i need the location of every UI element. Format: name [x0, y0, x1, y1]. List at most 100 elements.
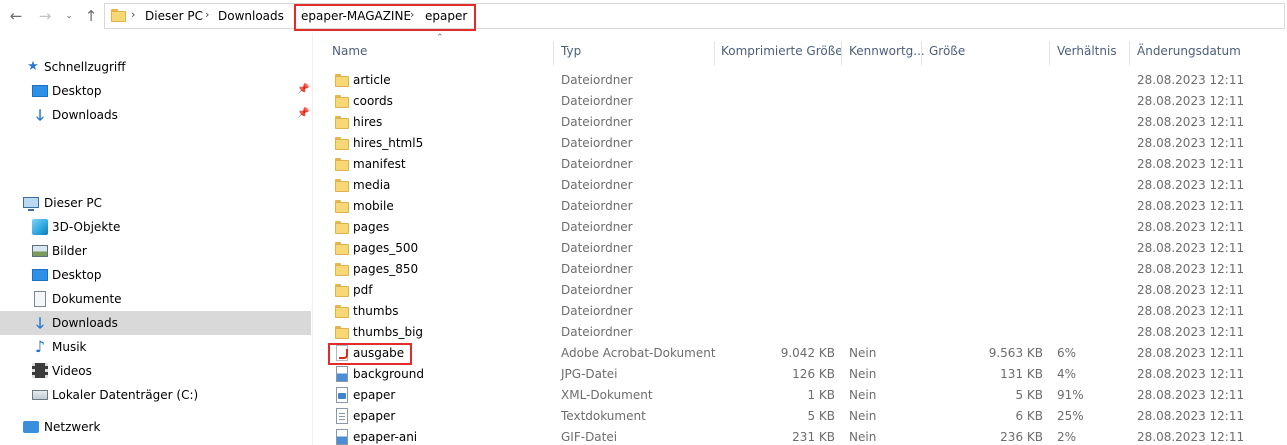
folder-icon	[335, 219, 349, 235]
desktop-icon	[32, 269, 48, 281]
forward-arrow-icon[interactable]: →	[37, 8, 53, 24]
3d-cube-icon	[32, 219, 48, 235]
breadcrumb-downloads[interactable]: Downloads	[218, 9, 284, 23]
file-name: pages_850	[353, 262, 419, 276]
computer-icon	[23, 197, 39, 211]
recent-locations-chevron-icon[interactable]: ⌄	[61, 8, 77, 24]
file-type: Dateiordner	[561, 241, 633, 255]
sidebar-item-network[interactable]: Netzwerk	[0, 415, 311, 439]
folder-icon	[335, 177, 349, 193]
column-password[interactable]: Kennwortg...	[849, 44, 925, 58]
breadcrumb-epaper[interactable]: epaper	[425, 9, 467, 23]
sidebar-item-quick-access[interactable]: ★ Schnellzugriff	[0, 55, 311, 79]
pdf-file-icon	[336, 345, 348, 361]
file-date: 28.08.2023 12:11	[1137, 241, 1245, 255]
download-arrow-icon: 🡓	[36, 106, 44, 124]
file-password-protected: Nein	[849, 367, 877, 381]
column-ratio[interactable]: Verhältnis	[1057, 44, 1117, 58]
sidebar-item-label: Musik	[52, 340, 87, 354]
column-date[interactable]: Änderungsdatum	[1137, 44, 1241, 58]
column-divider[interactable]	[921, 41, 922, 65]
column-divider[interactable]	[714, 41, 715, 65]
table-row[interactable]: media Dateiordner 28.08.2023 12:11	[313, 175, 1287, 196]
sidebar-item-downloads[interactable]: 🡓 Downloads	[0, 311, 311, 335]
column-divider[interactable]	[1049, 41, 1050, 65]
sidebar-item-this-pc[interactable]: Dieser PC	[0, 191, 311, 215]
address-bar[interactable]: › Dieser PC › Downloads epaper-MAGAZINE …	[104, 3, 1285, 29]
sidebar-item-quick-desktop[interactable]: Desktop 📌	[0, 79, 311, 103]
sidebar-item-label: Downloads	[52, 108, 118, 122]
sidebar-item-label: Desktop	[52, 268, 102, 282]
sidebar-item-quick-downloads[interactable]: 🡓 Downloads 📌	[0, 103, 311, 127]
folder-icon	[335, 135, 349, 151]
table-row[interactable]: pages_500 Dateiordner 28.08.2023 12:11	[313, 238, 1287, 259]
file-password-protected: Nein	[849, 388, 877, 402]
breadcrumb-chevron-icon[interactable]: ›	[205, 8, 209, 21]
file-date: 28.08.2023 12:11	[1137, 346, 1245, 360]
file-date: 28.08.2023 12:11	[1137, 178, 1245, 192]
file-compressed-size: 5 KB	[807, 409, 835, 423]
sidebar-item-label: Downloads	[52, 316, 118, 330]
table-row[interactable]: mobile Dateiordner 28.08.2023 12:11	[313, 196, 1287, 217]
table-row[interactable]: thumbs Dateiordner 28.08.2023 12:11	[313, 301, 1287, 322]
column-type[interactable]: Typ	[561, 44, 581, 58]
up-arrow-icon[interactable]: ↑	[83, 8, 99, 24]
file-date: 28.08.2023 12:11	[1137, 115, 1245, 129]
sidebar-item-label: Schnellzugriff	[44, 60, 126, 74]
image-file-icon	[336, 366, 348, 382]
sidebar-item-documents[interactable]: Dokumente	[0, 287, 311, 311]
table-row[interactable]: pdf Dateiordner 28.08.2023 12:11	[313, 280, 1287, 301]
table-row[interactable]: thumbs_big Dateiordner 28.08.2023 12:11	[313, 322, 1287, 343]
file-date: 28.08.2023 12:11	[1137, 283, 1245, 297]
column-name[interactable]: Name	[332, 44, 367, 58]
sidebar-item-pictures[interactable]: Bilder	[0, 239, 311, 263]
file-compressed-size: 126 KB	[792, 367, 835, 381]
file-type: Dateiordner	[561, 199, 633, 213]
table-row[interactable]: pages Dateiordner 28.08.2023 12:11	[313, 217, 1287, 238]
table-row[interactable]: ausgabe Adobe Acrobat-Dokument 9.042 KB Nei…	[313, 343, 1287, 364]
table-row[interactable]: hires_html5 Dateiordner 28.08.2023 12:11	[313, 133, 1287, 154]
table-row[interactable]: article Dateiordner 28.08.2023 12:11	[313, 70, 1287, 91]
file-name: coords	[353, 94, 393, 108]
breadcrumb-chevron-icon[interactable]: ›	[410, 8, 414, 21]
pin-icon[interactable]: 📌	[297, 84, 309, 96]
table-row[interactable]: coords Dateiordner 28.08.2023 12:11	[313, 91, 1287, 112]
column-divider[interactable]	[841, 41, 842, 65]
breadcrumb-epaper-magazine[interactable]: epaper-MAGAZINE	[301, 9, 411, 23]
sidebar-item-3d-objects[interactable]: 3D-Objekte	[0, 215, 311, 239]
column-size[interactable]: Größe	[929, 44, 965, 58]
file-name: pdf	[353, 283, 373, 297]
table-row[interactable]: epaper Textdokument 5 KB Nein 6 KB 25% 28.08.2…	[313, 406, 1287, 427]
sidebar-item-desktop[interactable]: Desktop	[0, 263, 311, 287]
file-type: Dateiordner	[561, 178, 633, 192]
table-row[interactable]: epaper XML-Dokument 1 KB Nein 5 KB 91% 28.08.2…	[313, 385, 1287, 406]
pin-icon[interactable]: 📌	[297, 108, 309, 120]
back-arrow-icon[interactable]: ←	[8, 8, 24, 24]
sidebar-item-local-disk[interactable]: Lokaler Datenträger (C:)	[0, 383, 311, 407]
file-compressed-size: 1 KB	[807, 388, 835, 402]
folder-icon	[335, 303, 349, 319]
column-divider[interactable]	[553, 41, 554, 65]
sidebar-item-videos[interactable]: Videos	[0, 359, 311, 383]
xml-file-icon	[336, 387, 348, 403]
table-row[interactable]: hires Dateiordner 28.08.2023 12:11	[313, 112, 1287, 133]
folder-icon	[335, 72, 349, 88]
table-row[interactable]: pages_850 Dateiordner 28.08.2023 12:11	[313, 259, 1287, 280]
breadcrumb-chevron-icon[interactable]: ›	[131, 8, 135, 21]
folder-icon	[335, 114, 349, 130]
file-password-protected: Nein	[849, 430, 877, 444]
sidebar-item-music[interactable]: ♪ Musik	[0, 335, 311, 359]
file-type: Dateiordner	[561, 94, 633, 108]
image-file-icon	[336, 429, 348, 445]
file-ratio: 6%	[1057, 346, 1077, 360]
file-type: Dateiordner	[561, 157, 633, 171]
column-compressed-size[interactable]: Komprimierte Größe	[721, 44, 843, 58]
column-divider[interactable]	[1129, 41, 1130, 65]
file-type: JPG-Datei	[561, 367, 618, 381]
table-row[interactable]: epaper-ani GIF-Datei 231 KB Nein 236 KB 2% 28.…	[313, 427, 1287, 445]
table-row[interactable]: manifest Dateiordner 28.08.2023 12:11	[313, 154, 1287, 175]
table-row[interactable]: background JPG-Datei 126 KB Nein 131 KB 4% 28.…	[313, 364, 1287, 385]
file-size: 6 KB	[1015, 409, 1043, 423]
file-ratio: 4%	[1057, 367, 1077, 381]
breadcrumb-dieser-pc[interactable]: Dieser PC	[145, 9, 203, 23]
